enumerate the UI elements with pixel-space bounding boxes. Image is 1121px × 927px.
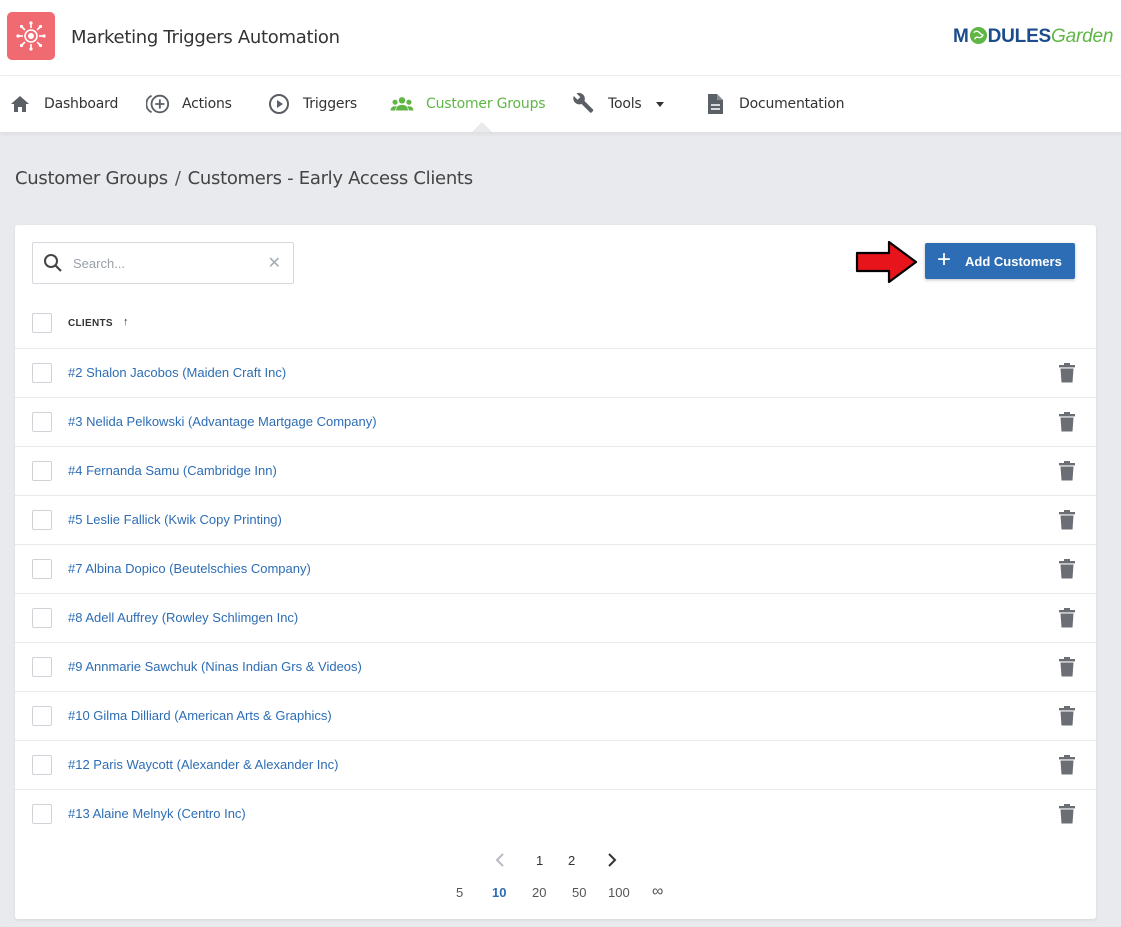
plus-icon: + xyxy=(937,245,952,273)
target-icon xyxy=(16,21,46,51)
trash-icon[interactable] xyxy=(1059,657,1075,677)
client-link[interactable]: #5 Leslie Fallick (Kwik Copy Printing) xyxy=(68,512,282,527)
client-link[interactable]: #7 Albina Dopico (Beutelschies Company) xyxy=(68,561,311,576)
search-box: ✕ xyxy=(32,242,294,284)
add-customers-button[interactable]: + Add Customers xyxy=(925,243,1075,279)
nav-actions[interactable]: Actions xyxy=(146,76,232,132)
table-row: #12 Paris Waycott (Alexander & Alexander… xyxy=(15,741,1096,790)
page-size-selector: 5 10 20 50 100 ∞ xyxy=(15,883,1096,905)
breadcrumb-separator: / xyxy=(174,168,181,189)
chevron-down-icon xyxy=(655,101,664,107)
row-checkbox[interactable] xyxy=(32,412,52,432)
trash-icon[interactable] xyxy=(1059,706,1075,726)
trash-icon[interactable] xyxy=(1059,608,1075,628)
pagination: 1 2 xyxy=(15,851,1096,871)
page-2[interactable]: 2 xyxy=(568,853,575,868)
breadcrumb-current: Customers - Early Access Clients xyxy=(187,168,473,189)
table-row: #9 Annmarie Sawchuk (Ninas Indian Grs & … xyxy=(15,643,1096,692)
table-header: CLIENTS ↑ xyxy=(15,299,1096,349)
page-1[interactable]: 1 xyxy=(536,853,543,868)
table-row: #2 Shalon Jacobos (Maiden Craft Inc) xyxy=(15,349,1096,398)
page-size-5[interactable]: 5 xyxy=(456,885,463,900)
active-nav-indicator xyxy=(472,122,492,132)
row-checkbox[interactable] xyxy=(32,657,52,677)
page-size-all[interactable]: ∞ xyxy=(652,883,663,901)
client-link[interactable]: #13 Alaine Melnyk (Centro Inc) xyxy=(68,806,246,821)
main-nav: Dashboard Actions Triggers Customer Grou… xyxy=(0,76,1121,132)
column-header-clients[interactable]: CLIENTS xyxy=(68,318,113,329)
document-icon xyxy=(703,92,727,116)
trash-icon[interactable] xyxy=(1059,363,1075,383)
row-checkbox[interactable] xyxy=(32,461,52,481)
trash-icon[interactable] xyxy=(1059,559,1075,579)
client-link[interactable]: #8 Adell Auffrey (Rowley Schlimgen Inc) xyxy=(68,610,298,625)
client-link[interactable]: #10 Gilma Dilliard (American Arts & Grap… xyxy=(68,708,332,723)
table-row: #3 Nelida Pelkowski (Advantage Martgage … xyxy=(15,398,1096,447)
row-checkbox[interactable] xyxy=(32,608,52,628)
nav-tools[interactable]: Tools xyxy=(572,76,664,132)
table-row: #5 Leslie Fallick (Kwik Copy Printing) xyxy=(15,496,1096,545)
table-row: #4 Fernanda Samu (Cambridge Inn) xyxy=(15,447,1096,496)
home-icon xyxy=(8,92,32,116)
add-circle-icon xyxy=(146,92,170,116)
select-all-checkbox[interactable] xyxy=(32,313,52,333)
row-checkbox[interactable] xyxy=(32,510,52,530)
clear-search-icon[interactable]: ✕ xyxy=(268,253,281,273)
row-checkbox[interactable] xyxy=(32,706,52,726)
wrench-icon xyxy=(572,92,596,116)
client-link[interactable]: #12 Paris Waycott (Alexander & Alexander… xyxy=(68,757,338,772)
app-logo xyxy=(7,12,55,60)
page-size-10[interactable]: 10 xyxy=(492,885,506,900)
trash-icon[interactable] xyxy=(1059,755,1075,775)
search-icon xyxy=(44,254,62,272)
customers-panel: ✕ + Add Customers CLIENTS ↑ #2 Shalon Ja… xyxy=(15,225,1096,919)
table-row: #13 Alaine Melnyk (Centro Inc) xyxy=(15,790,1096,839)
row-checkbox[interactable] xyxy=(32,363,52,383)
table-row: #8 Adell Auffrey (Rowley Schlimgen Inc) xyxy=(15,594,1096,643)
row-checkbox[interactable] xyxy=(32,559,52,579)
table-row: #10 Gilma Dilliard (American Arts & Grap… xyxy=(15,692,1096,741)
search-input[interactable] xyxy=(73,255,263,271)
client-link[interactable]: #3 Nelida Pelkowski (Advantage Martgage … xyxy=(68,414,377,429)
nav-triggers[interactable]: Triggers xyxy=(267,76,357,132)
table-row: #7 Albina Dopico (Beutelschies Company) xyxy=(15,545,1096,594)
row-checkbox[interactable] xyxy=(32,755,52,775)
nav-customer-groups[interactable]: Customer Groups xyxy=(390,76,546,132)
globe-icon xyxy=(969,26,987,45)
brand-logo[interactable]: M DULESGarden xyxy=(953,26,1113,48)
sort-asc-icon[interactable]: ↑ xyxy=(123,316,129,328)
group-icon xyxy=(390,92,414,116)
page-size-100[interactable]: 100 xyxy=(608,885,630,900)
nav-documentation[interactable]: Documentation xyxy=(703,76,845,132)
row-checkbox[interactable] xyxy=(32,804,52,824)
app-title: Marketing Triggers Automation xyxy=(71,27,340,48)
client-link[interactable]: #4 Fernanda Samu (Cambridge Inn) xyxy=(68,463,277,478)
play-circle-icon xyxy=(267,92,291,116)
nav-dashboard[interactable]: Dashboard xyxy=(8,76,118,132)
trash-icon[interactable] xyxy=(1059,461,1075,481)
red-arrow-annotation xyxy=(855,240,918,284)
page-size-50[interactable]: 50 xyxy=(572,885,586,900)
client-link[interactable]: #9 Annmarie Sawchuk (Ninas Indian Grs & … xyxy=(68,659,362,674)
chevron-left-icon[interactable] xyxy=(493,851,507,869)
breadcrumb-parent[interactable]: Customer Groups xyxy=(15,168,168,189)
page-size-20[interactable]: 20 xyxy=(532,885,546,900)
chevron-right-icon[interactable] xyxy=(605,851,619,869)
trash-icon[interactable] xyxy=(1059,804,1075,824)
trash-icon[interactable] xyxy=(1059,510,1075,530)
top-bar: Marketing Triggers Automation M DULESGard… xyxy=(0,0,1121,76)
breadcrumb: Customer Groups / Customers - Early Access… xyxy=(15,168,473,189)
trash-icon[interactable] xyxy=(1059,412,1075,432)
client-link[interactable]: #2 Shalon Jacobos (Maiden Craft Inc) xyxy=(68,365,286,380)
